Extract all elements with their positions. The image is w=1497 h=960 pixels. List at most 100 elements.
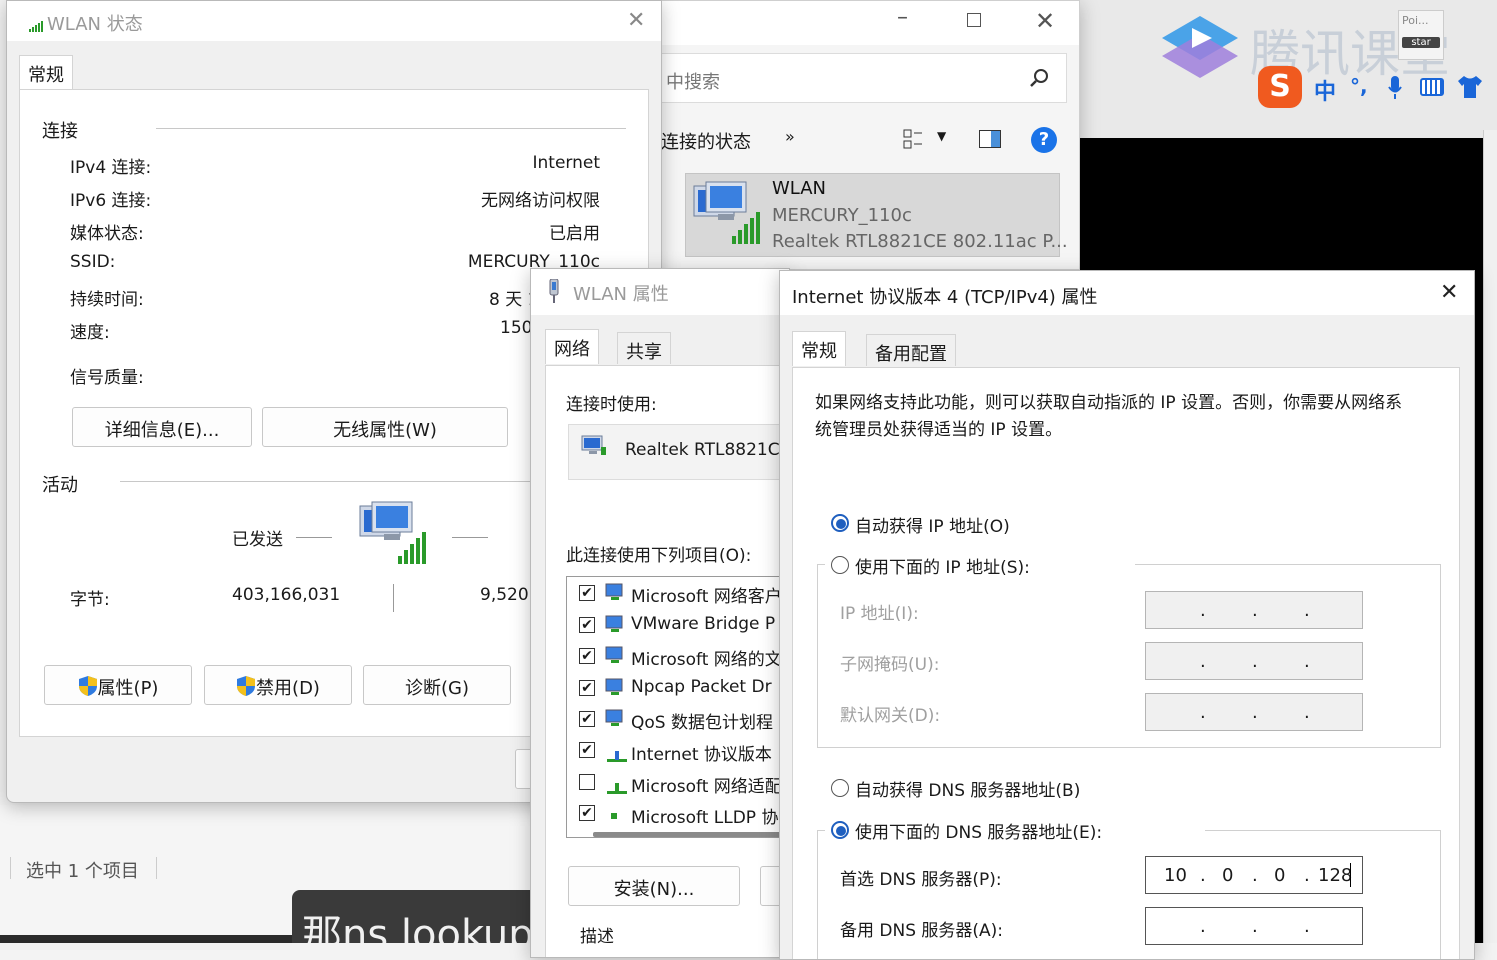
manual-ip-label[interactable]: 使用下面的 IP 地址(S): (855, 553, 1030, 578)
network-activity-icon (358, 500, 430, 571)
tencent-logo-icon (1160, 14, 1240, 80)
help-icon[interactable]: ? (1031, 127, 1057, 153)
wlan-adapter-item[interactable]: WLAN MERCURY_110c Realtek RTL8821CE 802.… (685, 173, 1068, 257)
shield-icon (236, 675, 256, 702)
service-icon (605, 646, 627, 666)
row-value: Internet (532, 153, 600, 173)
search-input[interactable]: 中搜索 (666, 68, 720, 94)
octet-dot: . (1252, 702, 1258, 723)
status-selected: 选中 1 个项目 (26, 861, 139, 882)
auto-ip-radio[interactable] (831, 514, 849, 532)
auto-dns-label[interactable]: 自动获得 DNS 服务器地址(B) (855, 776, 1080, 801)
poi-badge: Poi... star (1398, 10, 1444, 60)
search-icon[interactable] (1030, 68, 1050, 88)
tab-alternate-config[interactable]: 备用配置 (866, 334, 956, 366)
manual-ip-radio[interactable] (831, 556, 849, 574)
ime-chinese-mode[interactable]: 中 (1314, 74, 1336, 106)
tab-general[interactable]: 常规 (792, 331, 846, 366)
ipv4-titlebar: Internet 协议版本 4 (TCP/IPv4) 属性 ✕ (780, 271, 1474, 315)
keyboard-icon[interactable] (1420, 78, 1444, 96)
install-button[interactable]: 安装(N)... (568, 866, 740, 906)
octet-dot: . (1252, 916, 1258, 937)
tab-sharing[interactable]: 共享 (617, 332, 671, 364)
skin-shirt-icon[interactable] (1458, 76, 1482, 98)
shield-icon (78, 675, 98, 702)
manual-dns-group: 首选 DNS 服务器(P): 10 . 0 . 0 . 128 备用 DNS 服… (817, 830, 1441, 959)
subnet-mask-label: 子网掩码(U): (840, 655, 940, 675)
preview-pane-icon[interactable] (979, 130, 1001, 148)
component-label: VMware Bridge P (631, 614, 776, 634)
auto-dns-radio[interactable] (831, 779, 849, 797)
tab-general[interactable]: 常规 (19, 55, 73, 90)
adapter-device: Realtek RTL8821CE 802.11ac P... (772, 231, 1068, 252)
component-checkbox[interactable]: ✔ (579, 742, 595, 758)
manual-dns-radio[interactable] (831, 821, 849, 839)
star-badge: star (1402, 37, 1440, 48)
auto-ip-label[interactable]: 自动获得 IP 地址(O) (855, 512, 1010, 537)
signal-small-icon (29, 17, 43, 37)
octet-dot: . (1304, 916, 1310, 937)
search-box[interactable]: 中搜索 (657, 53, 1067, 103)
component-checkbox[interactable] (579, 774, 595, 790)
octet-dot: . (1252, 865, 1258, 886)
gateway-input: ... (1145, 693, 1363, 731)
component-label: QoS 数据包计划程 (631, 713, 773, 733)
components-list[interactable]: ✔ Microsoft 网络客户 ✔ VMware Bridge P ✔ Mic… (566, 576, 789, 838)
disable-button[interactable]: 禁用(D) (204, 665, 352, 705)
network-adapter-icon (581, 435, 607, 462)
component-checkbox[interactable]: ✔ (579, 617, 595, 633)
more-commands-button[interactable]: » (785, 127, 795, 146)
close-icon[interactable]: ✕ (1440, 282, 1458, 304)
component-checkbox[interactable]: ✔ (579, 805, 595, 821)
component-checkbox[interactable]: ✔ (579, 680, 595, 696)
wireless-properties-button[interactable]: 无线属性(W) (262, 407, 508, 447)
preferred-dns-input[interactable]: 10 . 0 . 0 . 128 (1145, 856, 1363, 894)
tab-network[interactable]: 网络 (545, 329, 599, 364)
view-options-icon[interactable] (903, 129, 923, 149)
alternate-dns-input[interactable]: ... (1145, 907, 1363, 945)
wlan-status-titlebar: WLAN 状态 ✕ (7, 1, 661, 41)
component-checkbox[interactable]: ✔ (579, 585, 595, 601)
alternate-dns-label: 备用 DNS 服务器(A): (840, 921, 1004, 941)
component-checkbox[interactable]: ✔ (579, 711, 595, 727)
bytes-divider (393, 584, 394, 612)
list-scrollbar[interactable] (593, 832, 789, 837)
close-icon[interactable]: ✕ (627, 10, 645, 32)
component-label: Microsoft 网络客户 (631, 587, 782, 607)
adapter-plug-icon (547, 278, 561, 308)
microphone-icon[interactable] (1388, 76, 1402, 100)
octet-2[interactable]: 0 (1222, 865, 1233, 886)
component-label: Microsoft 网络的文 (631, 650, 782, 670)
row-label: 速度: (70, 323, 110, 343)
right-scrollbar[interactable] (1483, 130, 1497, 943)
divider (156, 128, 626, 129)
ime-punct-mode[interactable]: °, (1350, 74, 1368, 98)
bytes-sent: 403,166,031 (232, 585, 341, 605)
manual-dns-label[interactable]: 使用下面的 DNS 服务器地址(E): (855, 818, 1102, 843)
details-button[interactable]: 详细信息(E)... (72, 407, 252, 447)
adapter-name: Realtek RTL8821C (625, 440, 780, 460)
text-cursor (1350, 863, 1351, 887)
sogou-logo-icon[interactable]: S (1258, 66, 1302, 108)
properties-button[interactable]: 属性(P) (44, 665, 192, 705)
minimize-icon[interactable]: – (897, 7, 908, 29)
wlan-properties-titlebar: WLAN 属性 (531, 269, 789, 315)
section-activity: 活动 (42, 475, 78, 496)
sent-label: 已发送 (232, 530, 283, 550)
chevron-down-icon[interactable]: ▼ (937, 129, 946, 143)
octet-dot: . (1304, 865, 1310, 886)
octet-1[interactable]: 10 (1164, 865, 1187, 886)
component-checkbox[interactable]: ✔ (579, 648, 595, 664)
protocol-icon (611, 813, 617, 819)
preferred-dns-label: 首选 DNS 服务器(P): (840, 870, 1002, 890)
close-icon[interactable]: ✕ (1035, 9, 1055, 33)
view-status-button[interactable]: 连接的状态 (661, 128, 751, 154)
component-label: Internet 协议版本 (631, 745, 772, 765)
diagnose-button[interactable]: 诊断(G) (363, 665, 511, 705)
connect-using-label: 连接时使用: (566, 395, 657, 415)
octet-3[interactable]: 0 (1274, 865, 1285, 886)
intro-text: 如果网络支持此功能，则可以获取自动指派的 IP 设置。否则，你需要从网络系统管理… (815, 393, 1403, 440)
statusbar-divider-2 (156, 857, 157, 879)
octet-4[interactable]: 128 (1318, 865, 1352, 886)
maximize-icon[interactable] (967, 13, 981, 27)
